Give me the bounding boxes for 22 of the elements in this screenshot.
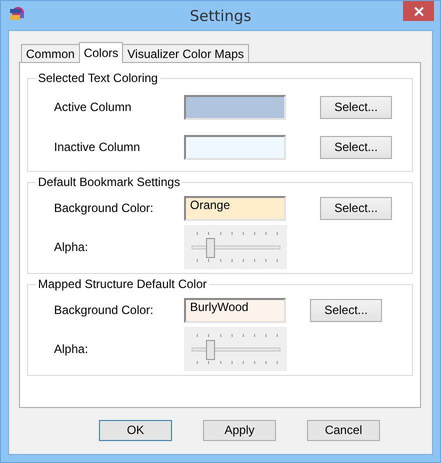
field-label: Inactive Column (54, 140, 140, 154)
select-button[interactable]: Select... (320, 196, 392, 220)
select-button[interactable]: Select... (320, 96, 392, 118)
tab[interactable]: Common (21, 44, 80, 62)
select-button[interactable]: Select... (310, 298, 382, 322)
tab[interactable]: Visualizer Color Maps (122, 44, 249, 62)
select-button[interactable]: Select... (320, 136, 392, 158)
group-title: Mapped Structure Default Color (37, 277, 208, 291)
dialog-button[interactable]: Cancel (307, 420, 380, 440)
color-field[interactable]: BurlyWood (184, 298, 286, 322)
field-label: Background Color: (54, 201, 154, 215)
group-title: Default Bookmark Settings (37, 175, 182, 189)
tab[interactable]: Colors (78, 42, 124, 63)
field-label: Active Column (54, 100, 132, 114)
dialog-button[interactable]: OK (99, 420, 172, 440)
group-title: Selected Text Coloring (37, 71, 159, 85)
window-title: Settings (188, 6, 252, 24)
field-label: Alpha: (54, 342, 88, 356)
color-field[interactable]: Orange (184, 196, 286, 220)
dialog-button[interactable]: Apply (203, 420, 276, 440)
field-label: Alpha: (54, 240, 88, 254)
field-label: Background Color: (54, 303, 154, 317)
